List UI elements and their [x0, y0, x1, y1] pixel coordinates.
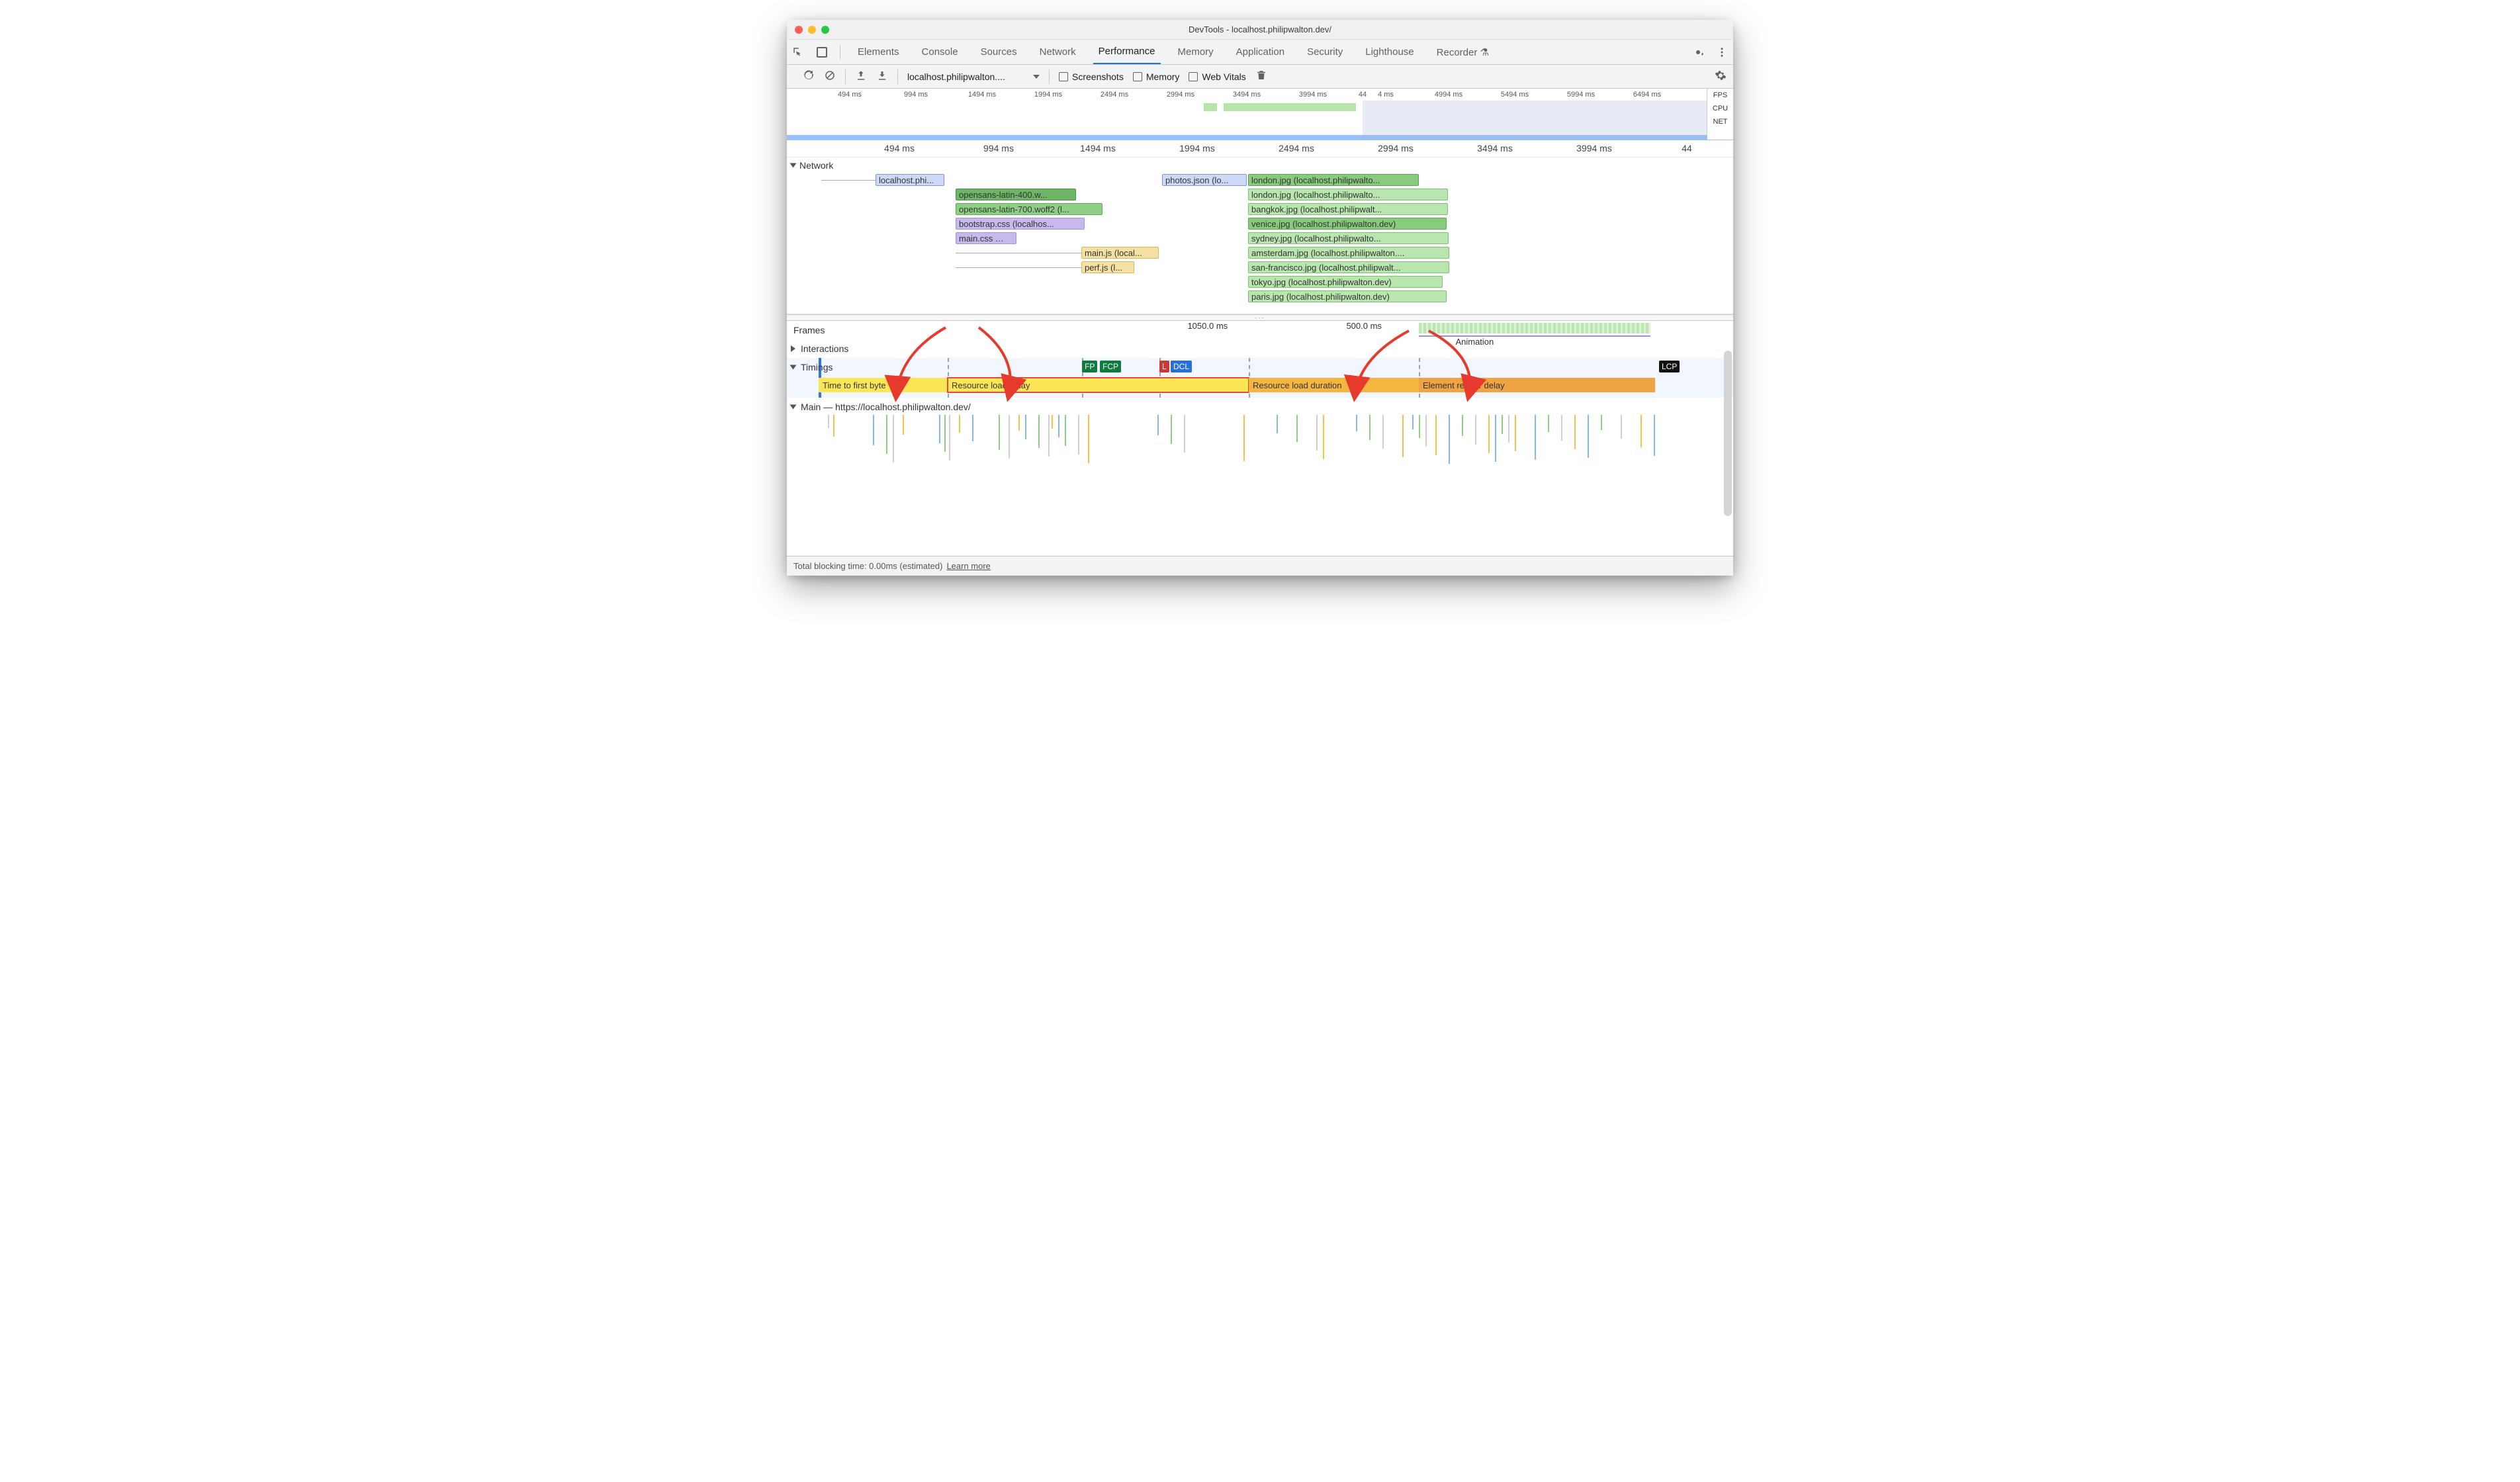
- request-bar[interactable]: bangkok.jpg (localhost.philipwalt...: [1248, 203, 1448, 215]
- overview-minimap[interactable]: 494 ms994 ms1494 ms1994 ms2494 ms2994 ms…: [787, 89, 1733, 140]
- request-bar[interactable]: photos.json (lo...: [1162, 174, 1247, 186]
- tab-recorder ⚗[interactable]: Recorder ⚗: [1431, 46, 1494, 58]
- request-bar[interactable]: opensans-latin-400.w...: [956, 189, 1076, 200]
- request-bar[interactable]: venice.jpg (localhost.philipwalton.dev): [1248, 218, 1447, 230]
- frame-time-2: 500.0 ms: [1346, 321, 1381, 331]
- tab-memory[interactable]: Memory: [1173, 46, 1219, 58]
- trash-button[interactable]: [1255, 69, 1267, 83]
- main-thread-track[interactable]: Main — https://localhost.philipwalton.de…: [787, 398, 1733, 470]
- settings-icon[interactable]: [1692, 46, 1704, 58]
- timeline-ruler[interactable]: 494 ms994 ms1494 ms1994 ms2494 ms2994 ms…: [787, 140, 1733, 157]
- lcp-phase[interactable]: Resource load delay: [948, 378, 1249, 392]
- tab-sources[interactable]: Sources: [975, 46, 1022, 58]
- marker-lcp[interactable]: LCP: [1659, 361, 1680, 372]
- tab-elements[interactable]: Elements: [852, 46, 905, 58]
- perf-toolbar: localhost.philipwalton.... Screenshots M…: [787, 65, 1733, 89]
- reload-button[interactable]: [803, 69, 815, 83]
- request-bar[interactable]: main.css …: [956, 232, 1016, 244]
- disclosure-triangle-icon: [790, 404, 797, 409]
- profile-select[interactable]: localhost.philipwalton....: [907, 71, 1040, 82]
- disclosure-triangle-icon: [791, 345, 795, 352]
- request-bar[interactable]: london.jpg (localhost.philipwalto...: [1248, 174, 1419, 186]
- tab-security[interactable]: Security: [1302, 46, 1348, 58]
- blocking-time-label: Total blocking time: 0.00ms (estimated): [793, 561, 942, 571]
- marker-l[interactable]: L: [1159, 361, 1169, 372]
- window-titlebar: DevTools - localhost.philipwalton.dev/: [787, 20, 1733, 40]
- dropdown-icon: [1033, 75, 1040, 79]
- upload-button[interactable]: [855, 69, 867, 83]
- lcp-phase[interactable]: Time to first byte: [819, 378, 948, 392]
- flamechart-panel: Frames 1050.0 ms 500.0 ms Animation Inte…: [787, 321, 1733, 470]
- network-waterfall[interactable]: localhost.phi... opensans-latin-400.w... o…: [787, 174, 1733, 314]
- marker-fp[interactable]: FP: [1082, 361, 1097, 372]
- interactions-track-header[interactable]: Interactions: [787, 339, 1733, 358]
- window-title: DevTools - localhost.philipwalton.dev/: [787, 24, 1733, 34]
- screenshots-checkbox[interactable]: Screenshots: [1059, 71, 1124, 82]
- profile-select-label: localhost.philipwalton....: [907, 71, 1005, 82]
- tab-console[interactable]: Console: [917, 46, 964, 58]
- clear-button[interactable]: [824, 69, 836, 83]
- overview-brush[interactable]: [1363, 101, 1707, 140]
- request-bar[interactable]: sydney.jpg (localhost.philipwalto...: [1248, 232, 1449, 244]
- request-bar[interactable]: localhost.phi...: [876, 174, 944, 186]
- capture-settings-icon[interactable]: [1715, 69, 1727, 83]
- memory-checkbox[interactable]: Memory: [1133, 71, 1180, 82]
- frame-time-1: 1050.0 ms: [1187, 321, 1228, 331]
- status-footer: Total blocking time: 0.00ms (estimated) …: [787, 556, 1733, 576]
- inspect-icon[interactable]: [792, 46, 804, 58]
- request-bar[interactable]: san-francisco.jpg (localhost.philipwalt.…: [1248, 261, 1449, 273]
- tab-lighthouse[interactable]: Lighthouse: [1360, 46, 1419, 58]
- request-bar[interactable]: bootstrap.css (localhos...: [956, 218, 1085, 230]
- webvitals-checkbox[interactable]: Web Vitals: [1189, 71, 1245, 82]
- disclosure-triangle-icon: [790, 365, 797, 370]
- animation-label: Animation: [1455, 337, 1494, 347]
- main-thread-label: Main — https://localhost.philipwalton.de…: [801, 402, 971, 412]
- tab-network[interactable]: Network: [1034, 46, 1081, 58]
- request-bar[interactable]: tokyo.jpg (localhost.philipwalton.dev): [1248, 276, 1443, 288]
- lcp-phase[interactable]: Element render delay: [1419, 378, 1655, 392]
- more-icon[interactable]: [1716, 46, 1728, 58]
- request-bar[interactable]: amsterdam.jpg (localhost.philipwalton...…: [1248, 247, 1449, 259]
- marker-dcl[interactable]: DCL: [1171, 361, 1192, 372]
- scrollbar-thumb[interactable]: [1724, 351, 1732, 516]
- animation-stripe: [1419, 323, 1650, 333]
- pane-splitter[interactable]: ···: [787, 314, 1733, 321]
- request-bar[interactable]: london.jpg (localhost.philipwalto...: [1248, 189, 1448, 200]
- request-bar[interactable]: perf.js (l...: [1081, 261, 1134, 273]
- learn-more-link[interactable]: Learn more: [946, 561, 990, 571]
- frames-track-header[interactable]: Frames 1050.0 ms 500.0 ms Animation: [787, 321, 1733, 339]
- marker-fcp[interactable]: FCP: [1100, 361, 1121, 372]
- download-button[interactable]: [876, 69, 888, 83]
- devtools-tabs: Elements Console Sources Network Performance…: [787, 40, 1733, 65]
- disclosure-triangle-icon: [790, 163, 797, 168]
- lcp-phase[interactable]: Resource load duration: [1249, 378, 1419, 392]
- network-track-header[interactable]: Network: [787, 157, 1733, 174]
- timings-track[interactable]: Timings FPFCPLDCLLCPTime to first byteRe…: [787, 358, 1733, 398]
- overview-side-labels: FPS CPU NET: [1707, 89, 1733, 140]
- device-icon[interactable]: [816, 47, 828, 58]
- tab-performance[interactable]: Performance: [1093, 40, 1161, 64]
- request-bar[interactable]: main.js (local...: [1081, 247, 1159, 259]
- request-bar[interactable]: paris.jpg (localhost.philipwalton.dev): [1248, 290, 1447, 302]
- tab-application[interactable]: Application: [1231, 46, 1290, 58]
- request-bar[interactable]: opensans-latin-700.woff2 (l...: [956, 203, 1102, 215]
